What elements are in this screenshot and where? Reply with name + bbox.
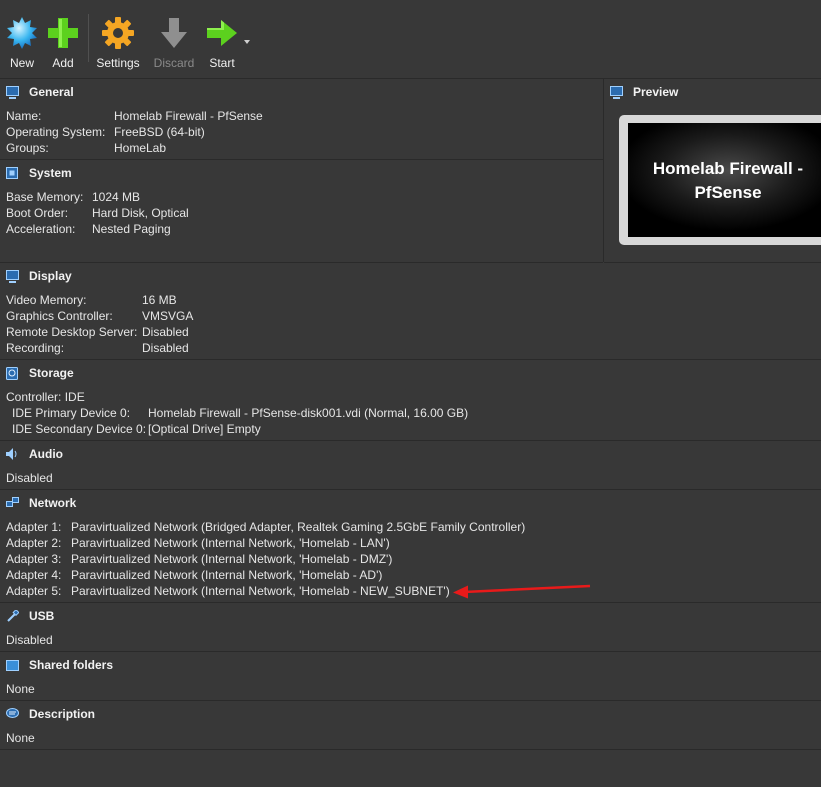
speaker-icon	[6, 448, 19, 460]
new-label: New	[9, 56, 35, 70]
arrow-right-icon	[205, 16, 239, 50]
toolbar-separator	[88, 14, 89, 62]
chip-icon	[6, 167, 19, 179]
monitor-icon	[610, 86, 623, 99]
display-header[interactable]: Display	[6, 268, 72, 284]
add-button[interactable]: Add	[46, 16, 80, 70]
storage-icon	[6, 367, 19, 380]
audio-header[interactable]: Audio	[6, 446, 63, 462]
start-label: Start	[209, 56, 235, 70]
audio-section: Audio Disabled	[0, 441, 821, 490]
network-header[interactable]: Network	[6, 495, 76, 511]
preview-header[interactable]: Preview	[610, 84, 678, 100]
storage-header[interactable]: Storage	[6, 365, 74, 381]
shared-folders-header[interactable]: Shared folders	[6, 657, 113, 673]
general-section: General Name: Homelab Firewall - PfSense …	[0, 79, 603, 160]
settings-button[interactable]: Settings	[96, 16, 140, 70]
add-label: Add	[52, 56, 74, 70]
network-icon	[6, 497, 19, 509]
new-icon	[5, 16, 39, 50]
discard-button[interactable]: Discard	[154, 16, 194, 70]
speech-bubble-icon	[6, 708, 19, 720]
preview-vm-name: Homelab Firewall - PfSense	[652, 159, 804, 202]
monitor-icon	[6, 86, 19, 99]
settings-label: Settings	[96, 56, 140, 70]
system-header[interactable]: System	[6, 165, 72, 181]
add-icon	[46, 16, 80, 50]
start-dropdown-icon[interactable]	[244, 40, 250, 44]
system-section: System Base Memory: 1024 MB Boot Order: Ha…	[0, 160, 603, 263]
general-header[interactable]: General	[6, 84, 74, 100]
gear-icon	[101, 16, 135, 50]
description-section: Description None	[0, 701, 821, 750]
usb-header[interactable]: USB	[6, 608, 54, 624]
display-icon	[6, 270, 19, 283]
arrow-down-icon	[157, 16, 191, 50]
preview-screen: Homelab Firewall - PfSense	[628, 123, 821, 237]
usb-icon	[6, 608, 20, 622]
annotation-arrow-icon	[453, 584, 591, 599]
folder-icon	[6, 659, 19, 671]
display-section: Display Video Memory: 16 MB Graphics Cont…	[0, 263, 821, 360]
start-button[interactable]: Start	[205, 16, 239, 70]
new-button[interactable]: New	[5, 16, 39, 70]
description-header[interactable]: Description	[6, 706, 95, 722]
storage-section: Storage Controller: IDE IDE Primary Devi…	[0, 360, 821, 441]
shared-folders-section: Shared folders None	[0, 652, 821, 701]
network-section: Network Adapter 1: Paravirtualized Networ…	[0, 490, 821, 603]
toolbar: New Add Settings Discard Start	[0, 0, 821, 79]
discard-label: Discard	[153, 56, 195, 70]
usb-section: USB Disabled	[0, 603, 821, 652]
